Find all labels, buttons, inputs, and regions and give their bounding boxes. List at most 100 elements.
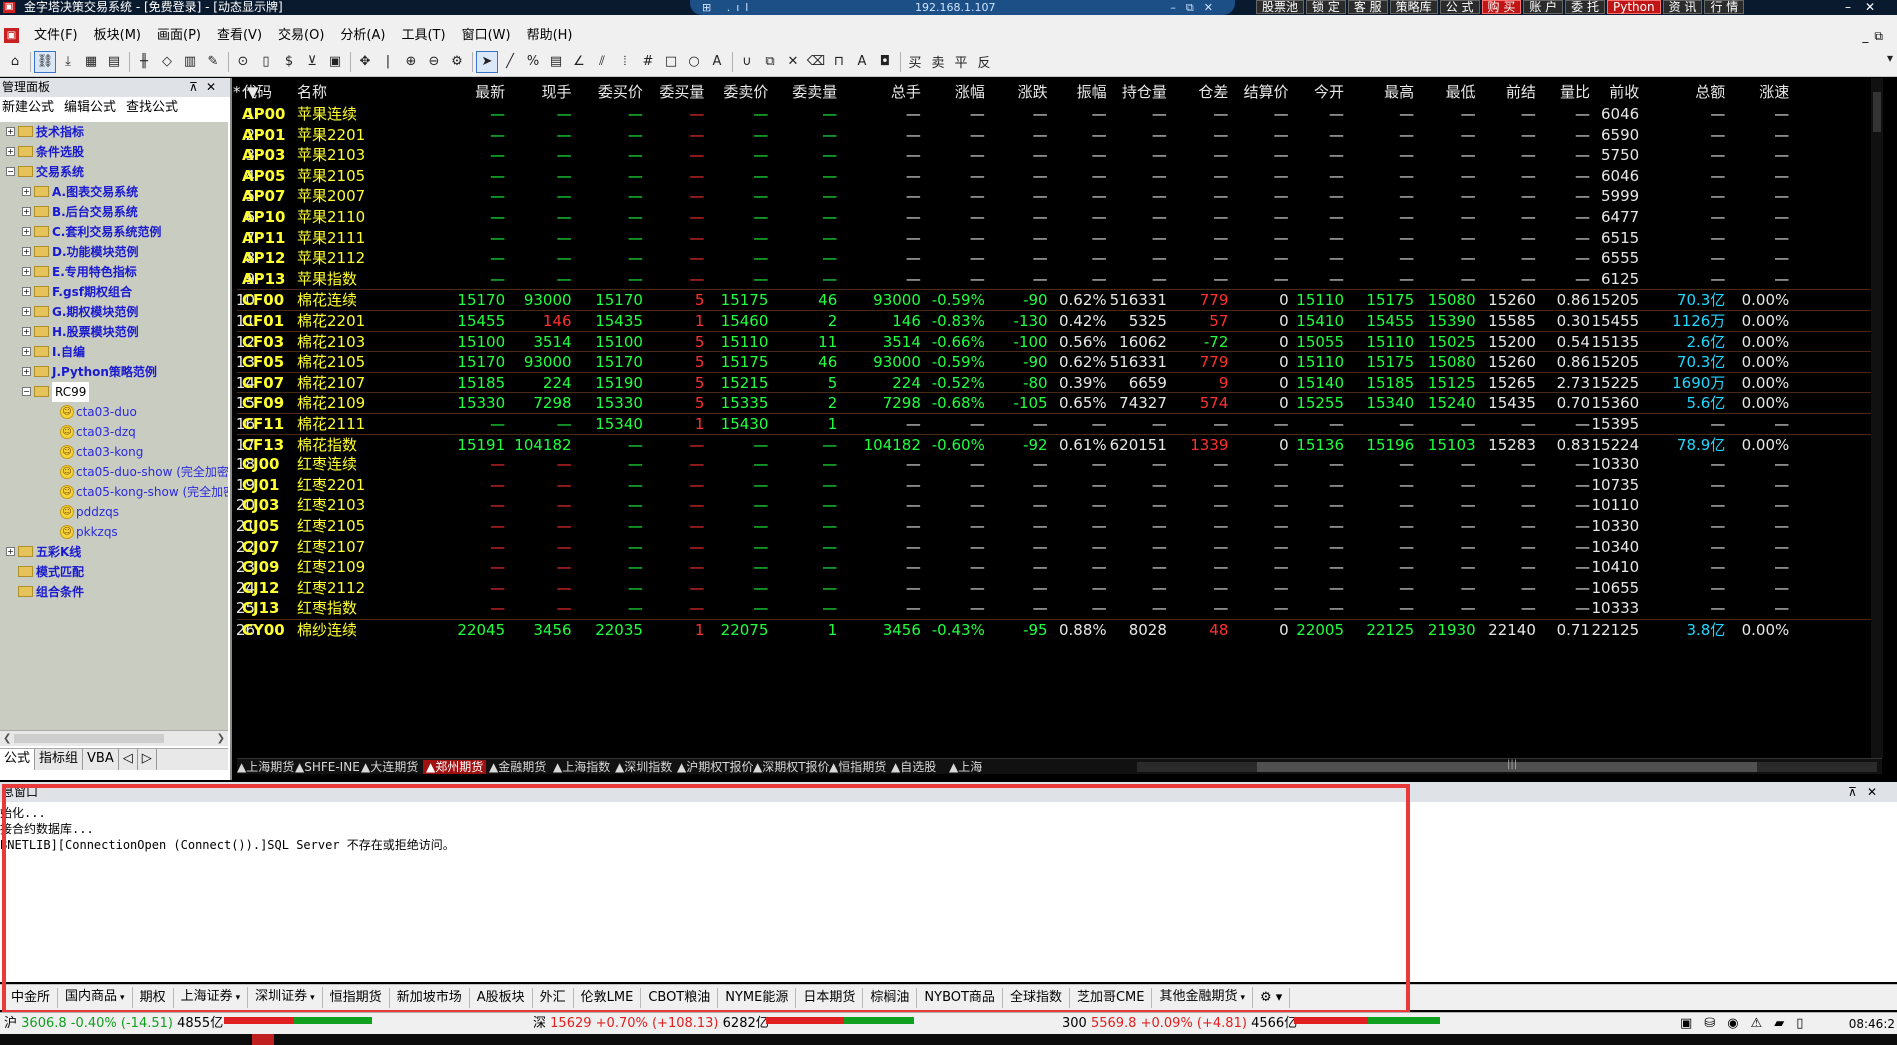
market-tab[interactable]: 伦敦LME [574,987,642,1008]
folder-icon[interactable]: ▰ [1774,1013,1784,1035]
copy-icon[interactable]: ⧉ [759,51,781,73]
sheet-tab[interactable]: ▲上海 [949,760,982,774]
zoom-in-icon[interactable]: ⊕ [400,51,422,73]
top-button[interactable]: 购 买 [1481,0,1522,14]
menu-item[interactable]: 工具(T) [395,25,451,47]
layout-icon[interactable]: ▤ [103,51,125,73]
top-button[interactable]: 锁 定 [1306,0,1346,14]
trash-icon[interactable]: ⌫ [805,51,827,73]
market-tab[interactable]: 芝加哥CME [1070,987,1153,1008]
chart-icon[interactable]: ▥ [179,51,201,73]
market-tab[interactable]: A股板块 [470,987,533,1008]
top-button[interactable]: 公 式 [1439,0,1480,14]
expand-icon[interactable]: + [22,367,31,376]
column-header[interactable]: 前收 [1609,82,1639,102]
expand-icon[interactable]: + [6,147,15,156]
table-vscrollbar[interactable] [1871,78,1883,758]
collapse-icon[interactable]: − [22,387,31,396]
candlestick-icon[interactable]: ╫ [133,51,155,73]
color-icon[interactable]: A [851,51,873,73]
tree-item[interactable]: ☺ cta05-duo-show (完全加密 [0,462,228,482]
formula-action-button[interactable]: 编辑公式 [64,97,116,119]
column-header[interactable]: 委卖价 [723,82,768,102]
tree-item[interactable]: + D.功能模块范例 [0,242,228,262]
diamond-icon[interactable]: ◇ [156,51,178,73]
banner-controls[interactable]: –⧉✕ [1170,0,1223,15]
rect-icon[interactable]: □ [660,51,682,73]
top-button[interactable]: 委 托 [1565,0,1605,14]
menu-item[interactable]: 帮助(H) [521,25,579,47]
tree-item[interactable]: + F.gsf期权组合 [0,282,228,302]
sheet-tab[interactable]: ▲沪期权T报价 [677,760,754,774]
market-tab[interactable]: 期权 [133,987,174,1008]
column-header[interactable]: 最低 [1446,82,1476,102]
menu-item[interactable]: 查看(V) [211,25,268,47]
database-icon[interactable]: ⛁ [1704,1013,1715,1035]
collapse-icon[interactable]: − [6,167,15,176]
table-icon[interactable]: ▤ [545,51,567,73]
tree-item[interactable]: + H.股票模块范例 [0,322,228,342]
channel-icon[interactable]: ⫽ [591,51,613,73]
tree-item[interactable]: + I.自编 [0,342,228,362]
sheet-tab[interactable]: ▲大连期货 [361,760,418,774]
column-header[interactable]: 持仓量 [1122,82,1167,102]
edit-icon[interactable]: ✎ [202,51,224,73]
column-header[interactable]: 振幅 [1077,82,1107,102]
column-header[interactable]: 现手 [542,82,572,102]
column-header[interactable]: 名称 [297,82,327,102]
expand-icon[interactable]: + [22,207,31,216]
network-icon[interactable]: ◉ [1727,1013,1738,1035]
panel-tab[interactable]: ▷ [138,749,157,770]
hs300-index[interactable]: 300 5569.8 +0.09% (+4.81) 4566亿 [1062,1013,1297,1035]
expand-icon[interactable]: + [22,307,31,316]
menu-item[interactable]: 板块(M) [88,25,147,47]
market-tab[interactable]: 外汇 [533,987,574,1008]
table-row[interactable]: 26 CY00 棉纱连续 22045 3456 22035 1 22075 1 3456 -0.43… [236,619,1882,643]
column-header[interactable]: 仓差 [1198,82,1228,102]
expand-icon[interactable]: + [22,227,31,236]
column-header[interactable]: 代码 [242,82,272,102]
column-header[interactable]: 涨速 [1759,82,1789,102]
panel-controls[interactable]: ⊼✕ [189,78,224,97]
tree-item[interactable]: − 交易系统 [0,162,228,182]
top-button[interactable]: 资 讯 [1662,0,1703,14]
sheet-tab[interactable]: ▲上海期货 [237,760,294,774]
calc-icon[interactable]: ▣ [324,51,346,73]
market-tab[interactable]: 全球指数 [1003,987,1070,1008]
alert-icon[interactable]: ⚠ [1751,1013,1763,1035]
scroll-left-icon[interactable]: ❮ [3,731,11,747]
column-header[interactable]: 涨幅 [955,82,985,102]
play-icon[interactable]: ⊙ [232,51,254,73]
tree-item[interactable]: ☺ pkkzqs [0,522,228,542]
market-tab[interactable]: 国内商品 ▾ [58,987,133,1008]
buy-icon[interactable]: 买 [904,51,926,73]
cursor-line-icon[interactable]: | [377,51,399,73]
tree-item[interactable]: ☺ pddzqs [0,502,228,522]
zoom-out-icon[interactable]: ⊖ [423,51,445,73]
settings-icon[interactable]: ⚙ [446,51,468,73]
tree-item[interactable]: + B.后台交易系统 [0,202,228,222]
tree-item[interactable]: + C.套利交易系统范例 [0,222,228,242]
home-icon[interactable]: ⌂ [4,51,26,73]
top-button[interactable]: Python [1607,0,1661,14]
magnet-icon[interactable]: ∪ [736,51,758,73]
column-header[interactable]: 委卖量 [792,82,837,102]
tree-hscrollbar[interactable]: ❮ ❯ [0,730,228,746]
column-header[interactable]: 量比 [1560,82,1590,102]
market-tab[interactable]: 其他金融期货 ▾ [1152,987,1254,1008]
panel-tab[interactable]: 指标组 [35,749,84,770]
column-header[interactable]: 委买量 [659,82,704,102]
panel-tab[interactable]: 公式 [0,749,36,770]
mdi-controls[interactable]: _⧉ [1862,25,1889,47]
download-icon[interactable]: ⤓ [57,51,79,73]
expand-icon[interactable]: + [6,127,15,136]
sheet-tab[interactable]: ▲郑州期货 [423,760,487,774]
hash-icon[interactable]: # [637,51,659,73]
sell-icon[interactable]: 卖 [927,51,949,73]
market-tab[interactable]: 恒指期货 [323,987,390,1008]
expand-icon[interactable]: + [22,327,31,336]
menu-item[interactable]: 窗口(W) [456,25,517,47]
market-tab[interactable]: CBOT粮油 [641,987,719,1008]
close-position-icon[interactable]: 平 [950,51,972,73]
market-tab[interactable]: 棕榈油 [863,987,918,1008]
